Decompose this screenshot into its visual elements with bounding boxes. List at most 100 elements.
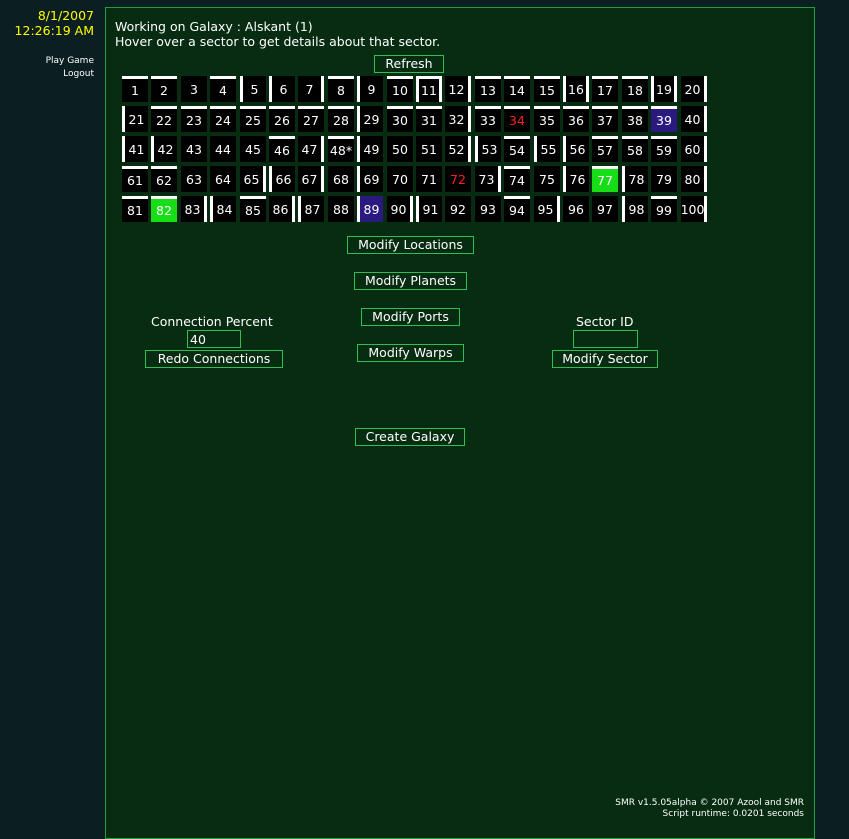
refresh-button[interactable]: Refresh	[374, 55, 444, 73]
sector-22[interactable]: 22	[151, 106, 177, 132]
sector-50[interactable]: 50	[387, 136, 413, 162]
sector-93[interactable]: 93	[475, 196, 501, 222]
sector-20[interactable]: 20	[681, 76, 707, 102]
sector-63[interactable]: 63	[181, 166, 207, 192]
sector-45[interactable]: 45	[240, 136, 266, 162]
sector-8[interactable]: 8	[328, 76, 354, 102]
sector-13[interactable]: 13	[475, 76, 501, 102]
connection-percent-input[interactable]	[187, 330, 241, 348]
sector-5[interactable]: 5	[240, 76, 266, 102]
sector-95[interactable]: 95	[534, 196, 560, 222]
sector-19[interactable]: 19	[651, 76, 677, 102]
sector-92[interactable]: 92	[445, 196, 471, 222]
sector-79[interactable]: 79	[651, 166, 677, 192]
sector-83[interactable]: 83	[181, 196, 207, 222]
sector-24[interactable]: 24	[210, 106, 236, 132]
sector-29[interactable]: 29	[357, 106, 383, 132]
modify-locations-button[interactable]: Modify Locations	[347, 236, 474, 254]
sector-100[interactable]: 100	[681, 196, 707, 222]
modify-planets-button[interactable]: Modify Planets	[354, 272, 467, 290]
sector-67[interactable]: 67	[298, 166, 324, 192]
sector-21[interactable]: 21	[122, 106, 148, 132]
sector-46[interactable]: 46	[269, 136, 295, 162]
sector-69[interactable]: 69	[357, 166, 383, 192]
sector-16[interactable]: 16	[563, 76, 589, 102]
sector-68[interactable]: 68	[328, 166, 354, 192]
sector-65[interactable]: 65	[240, 166, 266, 192]
sector-82[interactable]: 82	[151, 196, 177, 222]
sector-70[interactable]: 70	[387, 166, 413, 192]
sector-72[interactable]: 72	[445, 166, 471, 192]
sector-73[interactable]: 73	[475, 166, 501, 192]
sector-59[interactable]: 59	[651, 136, 677, 162]
sector-30[interactable]: 30	[387, 106, 413, 132]
sector-12[interactable]: 12	[445, 76, 471, 102]
sector-87[interactable]: 87	[298, 196, 324, 222]
sector-36[interactable]: 36	[563, 106, 589, 132]
sector-43[interactable]: 43	[181, 136, 207, 162]
sector-85[interactable]: 85	[240, 196, 266, 222]
sector-9[interactable]: 9	[357, 76, 383, 102]
sector-6[interactable]: 6	[269, 76, 295, 102]
sector-77[interactable]: 77	[592, 166, 618, 192]
sector-23[interactable]: 23	[181, 106, 207, 132]
sector-44[interactable]: 44	[210, 136, 236, 162]
sector-78[interactable]: 78	[622, 166, 648, 192]
sector-64[interactable]: 64	[210, 166, 236, 192]
sector-14[interactable]: 14	[504, 76, 530, 102]
sector-62[interactable]: 62	[151, 166, 177, 192]
sector-58[interactable]: 58	[622, 136, 648, 162]
sector-37[interactable]: 37	[592, 106, 618, 132]
sector-76[interactable]: 76	[563, 166, 589, 192]
sector-54[interactable]: 54	[504, 136, 530, 162]
sector-55[interactable]: 55	[534, 136, 560, 162]
sector-91[interactable]: 91	[416, 196, 442, 222]
sector-80[interactable]: 80	[681, 166, 707, 192]
sector-18[interactable]: 18	[622, 76, 648, 102]
logout-link[interactable]: Logout	[46, 68, 94, 81]
sector-40[interactable]: 40	[681, 106, 707, 132]
sector-51[interactable]: 51	[416, 136, 442, 162]
sector-81[interactable]: 81	[122, 196, 148, 222]
sector-42[interactable]: 42	[151, 136, 177, 162]
sector-49[interactable]: 49	[357, 136, 383, 162]
sector-88[interactable]: 88	[328, 196, 354, 222]
sector-94[interactable]: 94	[504, 196, 530, 222]
redo-connections-button[interactable]: Redo Connections	[145, 350, 283, 368]
modify-sector-button[interactable]: Modify Sector	[552, 350, 658, 368]
sector-38[interactable]: 38	[622, 106, 648, 132]
sector-61[interactable]: 61	[122, 166, 148, 192]
sector-39[interactable]: 39	[651, 106, 677, 132]
sector-86[interactable]: 86	[269, 196, 295, 222]
sector-52[interactable]: 52	[445, 136, 471, 162]
sector-56[interactable]: 56	[563, 136, 589, 162]
sector-84[interactable]: 84	[210, 196, 236, 222]
sector-89[interactable]: 89	[357, 196, 383, 222]
sector-47[interactable]: 47	[298, 136, 324, 162]
create-galaxy-button[interactable]: Create Galaxy	[355, 428, 465, 446]
sector-96[interactable]: 96	[563, 196, 589, 222]
sector-32[interactable]: 32	[445, 106, 471, 132]
sector-53[interactable]: 53	[475, 136, 501, 162]
sector-27[interactable]: 27	[298, 106, 324, 132]
modify-ports-button[interactable]: Modify Ports	[361, 308, 460, 326]
sector-25[interactable]: 25	[240, 106, 266, 132]
sector-71[interactable]: 71	[416, 166, 442, 192]
sector-id-input[interactable]	[573, 330, 638, 348]
sector-26[interactable]: 26	[269, 106, 295, 132]
sector-75[interactable]: 75	[534, 166, 560, 192]
sector-3[interactable]: 3	[181, 76, 207, 102]
play-game-link[interactable]: Play Game	[46, 55, 94, 68]
sector-90[interactable]: 90	[387, 196, 413, 222]
sector-11[interactable]: 11	[416, 76, 442, 102]
sector-7[interactable]: 7	[298, 76, 324, 102]
sector-33[interactable]: 33	[475, 106, 501, 132]
sector-98[interactable]: 98	[622, 196, 648, 222]
sector-60[interactable]: 60	[681, 136, 707, 162]
sector-34[interactable]: 34	[504, 106, 530, 132]
sector-2[interactable]: 2	[151, 76, 177, 102]
sector-97[interactable]: 97	[592, 196, 618, 222]
modify-warps-button[interactable]: Modify Warps	[357, 344, 464, 362]
sector-17[interactable]: 17	[592, 76, 618, 102]
sector-35[interactable]: 35	[534, 106, 560, 132]
